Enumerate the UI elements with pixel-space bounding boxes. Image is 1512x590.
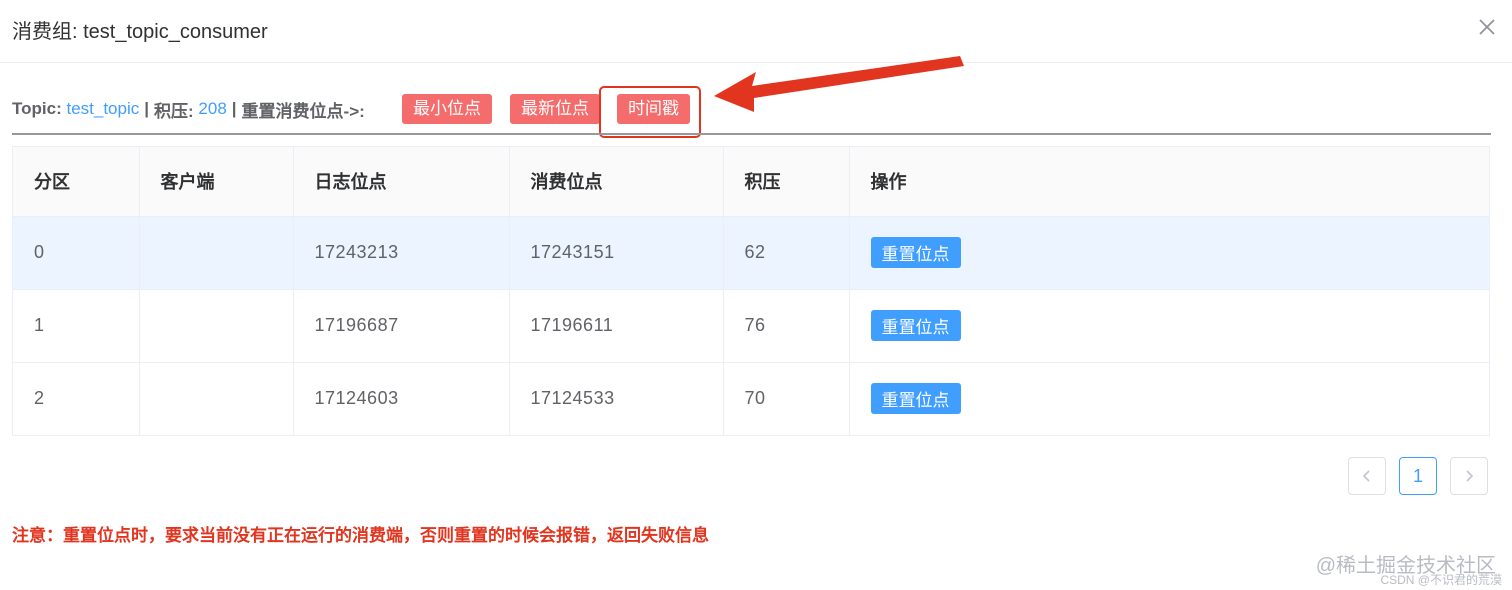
reset-offset-button[interactable]: 重置位点: [870, 310, 961, 341]
notice-text: 注意：重置位点时，要求当前没有正在运行的消费端，否则重置的时候会报错，返回失败信…: [12, 526, 709, 545]
next-page-button[interactable]: [1450, 457, 1488, 495]
table-row[interactable]: 0 17243213 17243151 62 重置位点: [13, 216, 1489, 290]
column-header-log-offset: 日志位点: [293, 147, 510, 217]
cell-partition: 1: [13, 289, 140, 363]
column-header-consume-offset: 消费位点: [509, 147, 724, 217]
topic-link[interactable]: test_topic: [66, 99, 139, 119]
consumer-group-dialog: 消费组: test_topic_consumer Topic: test_top…: [0, 0, 1512, 590]
cell-backlog: 70: [723, 362, 850, 435]
annotation-arrow-icon: [714, 56, 964, 112]
backlog-label: 积压:: [154, 101, 194, 121]
page-number-button[interactable]: 1: [1399, 457, 1437, 495]
reset-min-offset-button[interactable]: 最小位点: [402, 94, 492, 124]
table-row[interactable]: 2 17124603 17124533 70 重置位点: [13, 362, 1489, 435]
cell-backlog: 76: [723, 289, 850, 363]
close-icon[interactable]: [1478, 18, 1496, 36]
column-header-partition: 分区: [13, 147, 140, 217]
cell-consume-offset: 17196611: [509, 289, 724, 363]
reset-offset-button[interactable]: 重置位点: [870, 237, 961, 268]
partition-table: 分区 客户端 日志位点 消费位点 积压 操作 0 17243213 172431…: [12, 146, 1490, 436]
reset-offset-button[interactable]: 重置位点: [870, 383, 961, 415]
dialog-title: 消费组: test_topic_consumer: [12, 21, 268, 43]
reset-latest-offset-button[interactable]: 最新位点: [510, 94, 600, 124]
column-header-action: 操作: [849, 147, 1489, 217]
table-header-row: 分区 客户端 日志位点 消费位点 积压 操作: [13, 147, 1489, 217]
topic-label: Topic:: [12, 99, 62, 118]
chevron-left-icon: [1362, 470, 1370, 482]
separator: |: [144, 99, 149, 118]
cell-client: [139, 289, 294, 363]
cell-log-offset: 17243213: [293, 216, 510, 290]
cell-action: 重置位点: [849, 362, 1489, 435]
watermark-csdn: CSDN @不识君的荒漠: [1380, 573, 1502, 587]
annotation-highlight-box: [599, 86, 701, 138]
prev-page-button[interactable]: [1348, 457, 1386, 495]
separator: |: [231, 99, 237, 118]
cell-consume-offset: 17243151: [509, 216, 724, 290]
cell-log-offset: 17196687: [293, 289, 510, 363]
cell-backlog: 62: [723, 216, 850, 290]
cell-consume-offset: 17124533: [509, 362, 724, 435]
cell-partition: 2: [13, 362, 140, 435]
cell-partition: 0: [13, 216, 140, 290]
chevron-right-icon: [1466, 470, 1474, 482]
cell-client: [139, 216, 294, 290]
cell-client: [139, 362, 294, 435]
cell-log-offset: 17124603: [293, 362, 510, 435]
topic-info-line: Topic: test_topic | 积压: 208 | 重置消费位点->:: [12, 92, 365, 126]
reset-offset-label: 重置消费位点->:: [241, 101, 365, 121]
cell-action: 重置位点: [849, 216, 1489, 290]
divider: [12, 133, 1491, 135]
table-row[interactable]: 1 17196687 17196611 76 重置位点: [13, 289, 1489, 363]
backlog-value: 208: [198, 99, 227, 118]
column-header-client: 客户端: [139, 147, 294, 217]
cell-action: 重置位点: [849, 289, 1489, 363]
column-header-backlog: 积压: [723, 147, 850, 217]
